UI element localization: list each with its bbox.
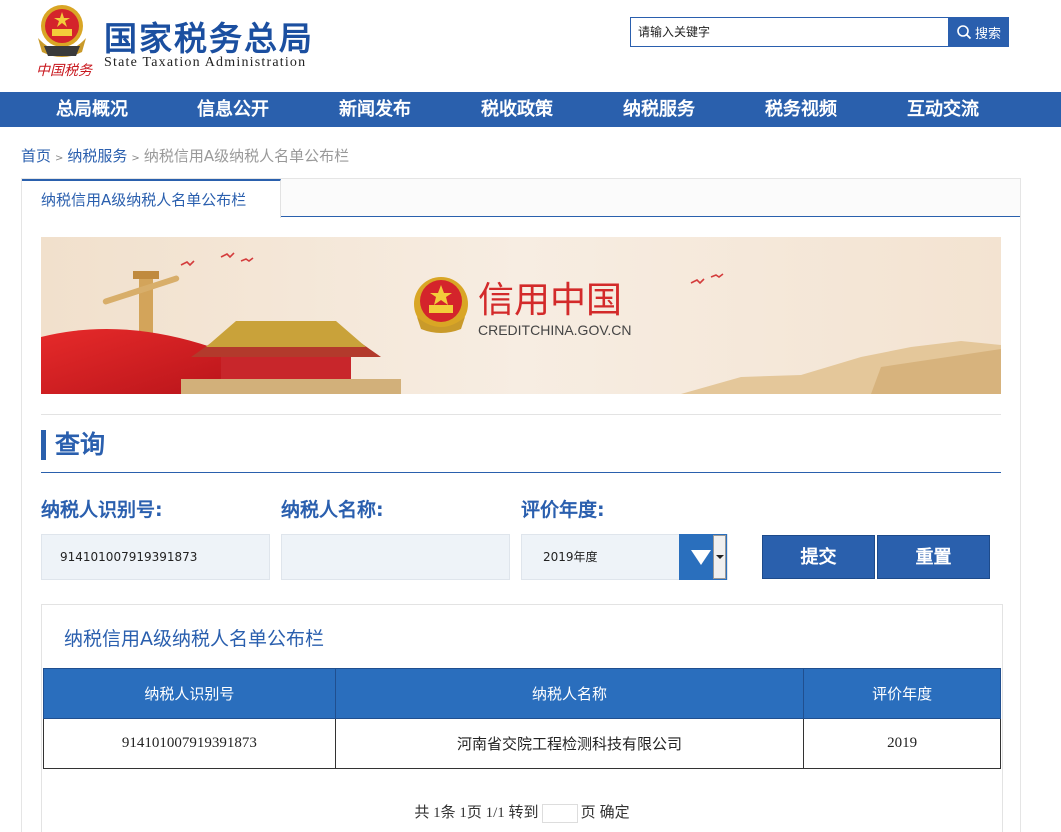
table-header-row: 纳税人识别号 纳税人名称 评价年度 (43, 668, 1001, 719)
year-label: 评价年度: (521, 499, 605, 521)
page-jump-input[interactable] (541, 804, 578, 824)
column-header-year: 评价年度 (803, 668, 1001, 719)
search-field[interactable] (630, 17, 950, 47)
tab-a-level-list[interactable]: 纳税信用A级纳税人名单公布栏 (22, 179, 281, 218)
search-button-label: 搜索 (974, 26, 1001, 42)
search-button[interactable]: 搜索 (948, 17, 1009, 47)
query-heading: 查询 (41, 430, 105, 460)
chevron-down-icon (713, 535, 726, 579)
results-table: 纳税人识别号 纳税人名称 评价年度 914101007919391873 河南省… (43, 668, 1001, 769)
taxpayer-name-field[interactable] (281, 534, 510, 580)
divider (41, 414, 1001, 415)
credit-china-banner[interactable]: 信用中国 CREDITCHINA.GOV.CN (41, 237, 1001, 394)
results-title: 纳税信用A级纳税人名单公布栏 (64, 628, 324, 650)
taxid-label: 纳税人识别号: (41, 499, 163, 521)
banner-illustration: 信用中国 CREDITCHINA.GOV.CN (41, 237, 1001, 394)
breadcrumb-separator-icon: > (131, 153, 140, 164)
search-input[interactable] (631, 18, 949, 46)
pagination-summary: 共 1条 1页 1/1 转到 (414, 805, 539, 821)
search-icon (957, 25, 972, 40)
cell-taxpayer-name: 河南省交院工程检测科技有限公司 (334, 718, 805, 769)
site-title[interactable]: 国家税务总局 (104, 12, 314, 60)
breadcrumb-separator-icon: > (55, 153, 64, 164)
year-select-value: 2019年度 (543, 550, 598, 564)
site-header: 中国税务 国家税务总局 State Taxation Administratio… (0, 0, 1061, 92)
name-label: 纳税人名称: (281, 499, 384, 521)
reset-button[interactable]: 重置 (877, 535, 990, 579)
dropdown-triangle-icon (691, 550, 711, 565)
column-header-name: 纳税人名称 (334, 668, 805, 719)
column-header-taxid: 纳税人识别号 (43, 668, 336, 719)
page-unit-label: 页 (580, 805, 596, 821)
table-row: 914101007919391873 河南省交院工程检测科技有限公司 2019 (43, 718, 1001, 769)
breadcrumb-tax-service[interactable]: 纳税服务 (67, 147, 127, 165)
breadcrumb: 首页 > 纳税服务 > 纳税信用A级纳税人名单公布栏 (21, 145, 349, 166)
national-emblem-icon[interactable] (30, 2, 94, 60)
taxid-field[interactable] (41, 534, 270, 580)
breadcrumb-current: 纳税信用A级纳税人名单公布栏 (143, 147, 350, 165)
pagination: 共 1条 1页 1/1 转到 页确定 (42, 801, 1002, 824)
site-subtitle: State Taxation Administration (104, 55, 307, 70)
results-panel: 纳税信用A级纳税人名单公布栏 纳税人识别号 纳税人名称 评价年度 9141010… (41, 604, 1003, 832)
taxpayer-name-input[interactable] (282, 535, 509, 579)
nav-item-tax-policy[interactable]: 税收政策 (481, 92, 553, 127)
nav-item-news[interactable]: 新闻发布 (339, 92, 411, 127)
banner-title: 信用中国 (478, 280, 622, 321)
year-select[interactable]: 2019年度 (521, 534, 728, 580)
tab-bar: 纳税信用A级纳税人名单公布栏 (22, 179, 1020, 218)
cell-taxid: 914101007919391873 (43, 718, 336, 769)
nav-item-tax-video[interactable]: 税务视频 (765, 92, 837, 127)
banner-url: CREDITCHINA.GOV.CN (478, 322, 632, 338)
main-nav: 总局概况 信息公开 新闻发布 税收政策 纳税服务 税务视频 互动交流 (0, 92, 1061, 127)
nav-item-tax-service[interactable]: 纳税服务 (623, 92, 695, 127)
nav-item-overview[interactable]: 总局概况 (56, 92, 128, 127)
year-dropdown-button[interactable] (679, 534, 727, 580)
nav-item-interaction[interactable]: 互动交流 (907, 92, 979, 127)
nav-item-info-disclosure[interactable]: 信息公开 (197, 92, 269, 127)
content-panel: 纳税信用A级纳税人名单公布栏 信用中国 CREDITCHINA.GOV.CN 查… (21, 178, 1021, 832)
submit-button[interactable]: 提交 (762, 535, 875, 579)
taxid-input[interactable] (42, 535, 269, 579)
page-jump-confirm[interactable]: 确定 (600, 805, 630, 821)
breadcrumb-home[interactable]: 首页 (21, 147, 51, 165)
cell-year: 2019 (803, 718, 1001, 769)
seal-text: 中国税务 (36, 63, 92, 79)
query-underline (41, 472, 1001, 473)
